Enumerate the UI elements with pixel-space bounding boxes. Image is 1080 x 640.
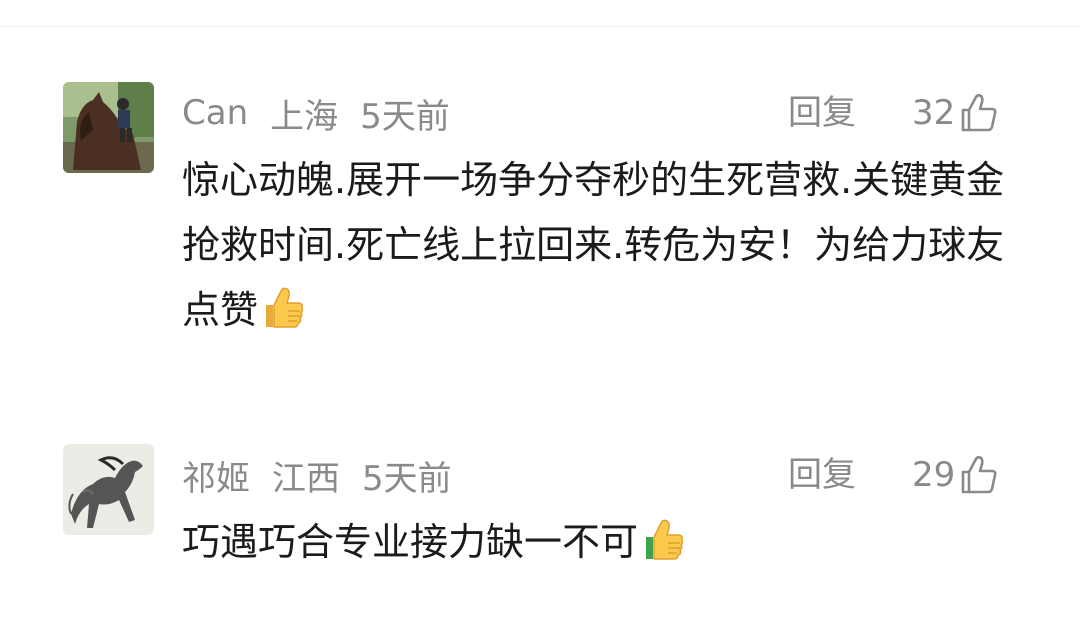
- comment-text: 巧遇巧合专业接力缺一不可: [182, 510, 1032, 575]
- avatar[interactable]: [63, 444, 154, 535]
- comment-meta: 祁姬 江西 5天前: [182, 450, 452, 500]
- horse-rider-photo: [63, 82, 154, 173]
- comment-text: 惊心动魄.展开一场争分夺秒的生死营救.关键黄金抢救时间.死亡线上拉回来.转危为安…: [182, 148, 1032, 343]
- comment-body: 巧遇巧合专业接力缺一不可: [182, 520, 639, 564]
- like-count: 32: [912, 93, 956, 133]
- thumbs-up-emoji-icon: [260, 285, 306, 331]
- like-button[interactable]: 29: [912, 450, 999, 500]
- username[interactable]: Can: [182, 93, 248, 133]
- location: 江西: [272, 458, 340, 499]
- comment-meta: Can 上海 5天前: [182, 88, 450, 138]
- like-button[interactable]: 32: [912, 88, 999, 138]
- ink-horse-painting: [63, 444, 154, 535]
- username[interactable]: 祁姬: [182, 451, 250, 500]
- reply-button[interactable]: 回复: [788, 450, 856, 500]
- thumbs-up-emoji-icon: [640, 517, 686, 563]
- reply-button[interactable]: 回复: [788, 88, 856, 138]
- top-divider: [0, 26, 1080, 27]
- location: 上海: [270, 96, 339, 137]
- timestamp: 5天前: [362, 458, 452, 499]
- thumbs-up-outline-icon[interactable]: [957, 454, 999, 496]
- avatar[interactable]: [63, 82, 154, 173]
- thumbs-up-outline-icon[interactable]: [957, 92, 999, 134]
- timestamp: 5天前: [360, 96, 450, 137]
- like-count: 29: [912, 455, 956, 495]
